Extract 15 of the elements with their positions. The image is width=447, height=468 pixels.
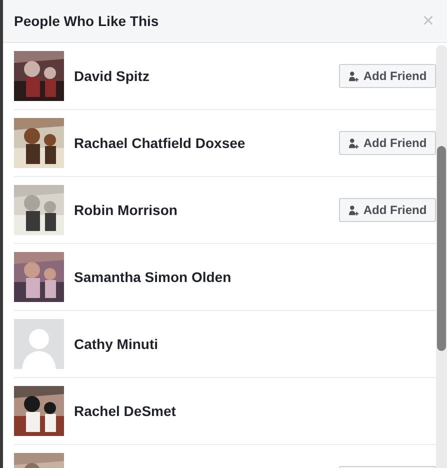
person-name[interactable]: David Spitz [74, 68, 339, 84]
scrollbar[interactable] [436, 45, 447, 468]
person-name[interactable]: Rachael Chatfield Doxsee [74, 135, 339, 151]
add-friend-button[interactable]: Add Friend [339, 198, 436, 222]
person-name[interactable]: Rachel DeSmet [74, 403, 436, 419]
person-name[interactable]: Cathy Minuti [74, 336, 436, 352]
person-name[interactable]: Samantha Simon Olden [74, 269, 436, 285]
add-friend-button[interactable]: Add Friend [339, 64, 436, 88]
default-avatar-icon [14, 319, 64, 369]
person-name[interactable]: Robin Morrison [74, 202, 339, 218]
add-person-icon [348, 138, 360, 148]
add-person-icon [348, 204, 360, 216]
add-person-icon [348, 70, 360, 82]
dialog-title: People Who Like This [14, 13, 159, 29]
add-friend-button[interactable]: Add Friend [339, 131, 436, 155]
